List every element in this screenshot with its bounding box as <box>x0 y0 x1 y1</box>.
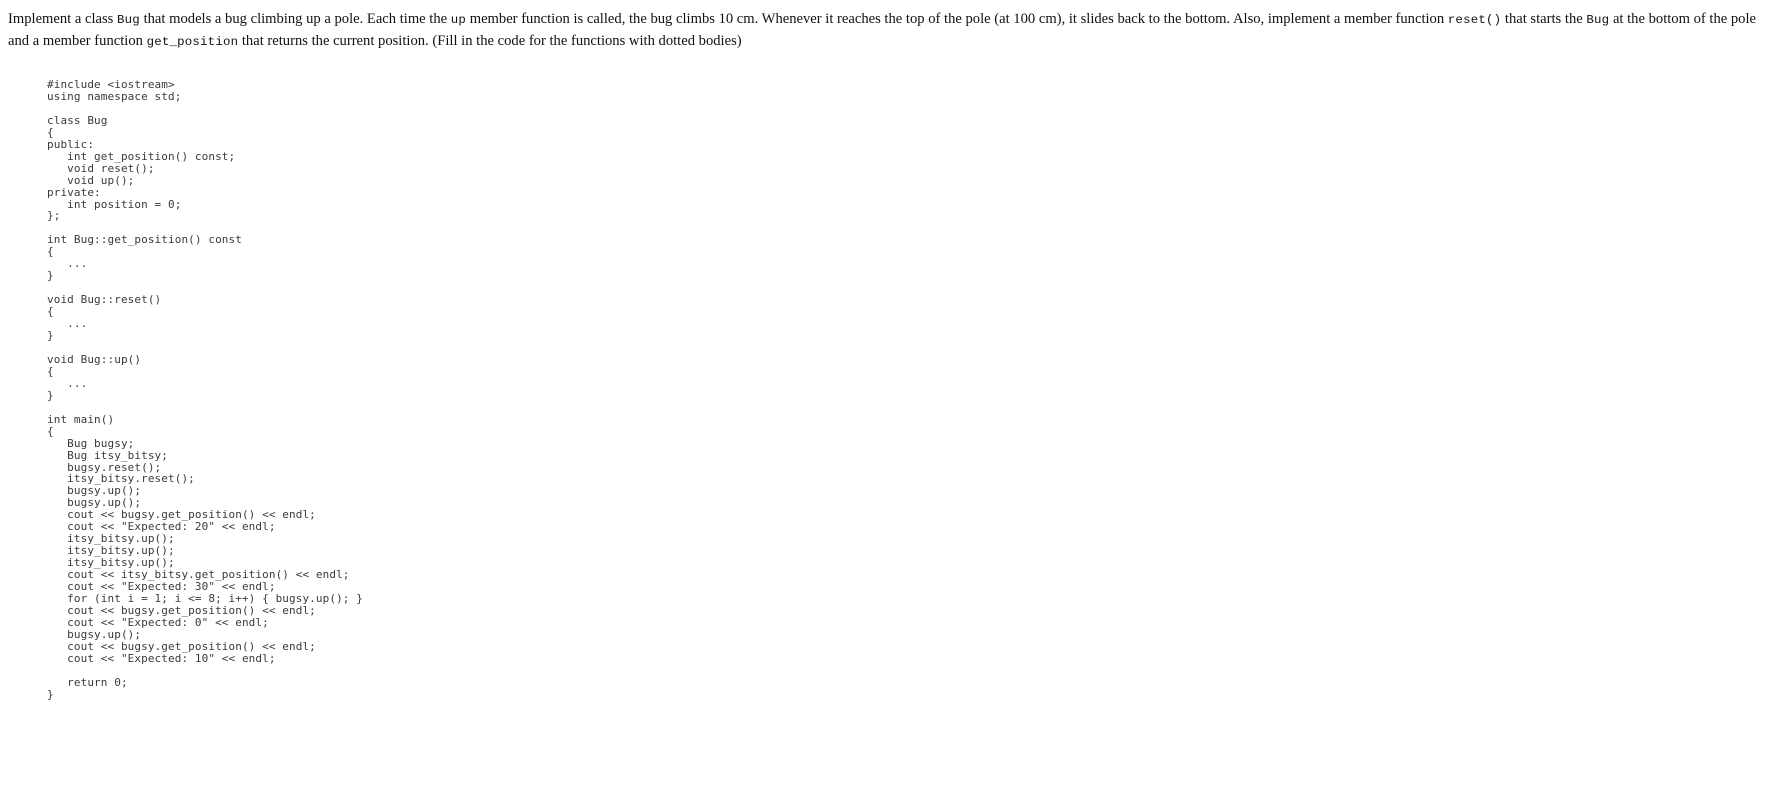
code-line: void up(); <box>47 173 135 187</box>
code-line: class Bug <box>47 113 108 127</box>
prose-text-2: that models a bug climbing up a pole. Ea… <box>139 11 451 27</box>
inline-code-1: Bug <box>117 13 140 27</box>
code-line: { <box>47 305 54 319</box>
code-line: itsy_bitsy.reset(); <box>47 472 195 486</box>
code-line: cout << bugsy.get_position() << endl; <box>47 603 316 617</box>
code-line: private: <box>47 185 101 199</box>
code-line: cout << bugsy.get_position() << endl; <box>47 508 316 522</box>
code-line: } <box>47 329 54 343</box>
code-line: } <box>47 388 54 402</box>
code-line: { <box>47 364 54 378</box>
prose-text-6: that starts the <box>1501 11 1587 27</box>
code-line: bugsy.reset(); <box>47 460 162 474</box>
inline-code-3: up <box>450 13 467 27</box>
code-line: int Bug::get_position() const <box>47 233 242 247</box>
code-line: cout << "Expected: 0" << endl; <box>47 615 269 629</box>
prose-text-0: Implement a class <box>8 11 118 27</box>
code-line: int get_position() const; <box>47 149 236 163</box>
inline-code-7: Bug <box>1586 13 1610 27</box>
code-line: int position = 0; <box>47 197 182 211</box>
code-line: bugsy.up(); <box>47 627 142 641</box>
code-line: void Bug::up() <box>47 352 142 366</box>
code-line: cout << "Expected: 20" << endl; <box>47 520 276 534</box>
prose-text-4: member function is called, the bug climb… <box>466 11 1448 27</box>
code-line: int main() <box>47 412 115 426</box>
code-line: ... <box>47 257 88 271</box>
prose-text-10: that returns the current position. (Fill… <box>238 33 742 49</box>
code-line: } <box>47 269 54 283</box>
code-line: }; <box>47 209 61 223</box>
code-line: bugsy.up(); <box>47 484 142 498</box>
code-line: return 0; <box>47 675 128 689</box>
code-line: public: <box>47 137 95 151</box>
code-line: cout << "Expected: 10" << endl; <box>47 651 276 665</box>
code-line: { <box>47 245 54 259</box>
code-line: { <box>47 125 54 139</box>
code-line: using namespace std; <box>47 89 182 103</box>
code-line: void Bug::reset() <box>47 293 162 307</box>
code-line: itsy_bitsy.up(); <box>47 544 175 558</box>
code-line: ... <box>47 376 88 390</box>
code-line: Bug bugsy; <box>47 436 135 450</box>
inline-code-5: reset() <box>1447 13 1502 27</box>
code-line: Bug itsy_bitsy; <box>47 448 169 462</box>
code-line: itsy_bitsy.up(); <box>47 532 175 546</box>
code-line: void reset(); <box>47 161 155 175</box>
code-line: ... <box>47 317 88 331</box>
code-line: cout << bugsy.get_position() << endl; <box>47 639 316 653</box>
code-line: { <box>47 424 54 438</box>
inline-code-9: get_position <box>146 35 239 49</box>
code-listing: #include <iostream> using namespace std; … <box>0 53 1770 701</box>
code-line: cout << itsy_bitsy.get_position() << end… <box>47 568 350 582</box>
problem-statement: Implement a class Bug that models a bug … <box>0 0 1770 53</box>
code-line: } <box>47 687 54 701</box>
code-line: #include <iostream> <box>47 78 175 91</box>
